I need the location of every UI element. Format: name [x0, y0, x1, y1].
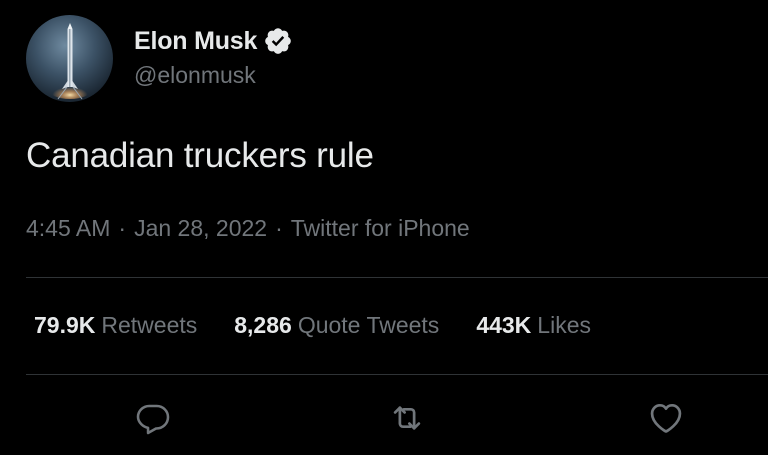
quote-tweets-stat[interactable]: 8,286 Quote Tweets — [234, 312, 439, 339]
tweet-text: Canadian truckers rule — [26, 136, 374, 175]
retweet-button[interactable] — [387, 398, 427, 438]
likes-label: Likes — [537, 312, 591, 338]
retweets-stat[interactable]: 79.9K Retweets — [34, 312, 197, 339]
tweet-actions — [0, 398, 768, 442]
meta-separator: · — [118, 215, 127, 241]
tweet-source[interactable]: Twitter for iPhone — [291, 215, 470, 242]
tweet-meta: 4:45 AM · Jan 28, 2022 · Twitter for iPh… — [26, 215, 470, 242]
rocket-launch-avatar-icon — [48, 23, 92, 100]
author-display-name[interactable]: Elon Musk — [134, 27, 257, 56]
avatar[interactable] — [26, 15, 113, 102]
like-icon — [650, 403, 682, 433]
likes-stat[interactable]: 443K Likes — [476, 312, 591, 339]
author-handle[interactable]: @elonmusk — [134, 62, 293, 92]
divider — [26, 374, 768, 375]
retweets-label: Retweets — [101, 312, 198, 338]
retweet-icon — [393, 406, 421, 430]
reply-button[interactable] — [133, 398, 173, 438]
quote-tweets-label: Quote Tweets — [297, 312, 440, 338]
likes-count: 443K — [476, 312, 532, 338]
meta-separator: · — [275, 215, 283, 241]
divider — [26, 277, 768, 278]
author-info: Elon Musk @elonmusk — [134, 24, 293, 92]
tweet-time[interactable]: 4:45 AM — [26, 215, 110, 242]
author-name-row: Elon Musk — [134, 24, 293, 58]
reply-icon — [136, 404, 170, 435]
quote-tweets-count: 8,286 — [234, 312, 292, 338]
tweet-date[interactable]: Jan 28, 2022 — [134, 215, 267, 242]
verified-badge-icon — [263, 26, 293, 56]
like-button[interactable] — [646, 398, 686, 438]
tweet-stats: 79.9K Retweets 8,286 Quote Tweets 443K Like… — [34, 312, 628, 339]
retweets-count: 79.9K — [34, 312, 96, 338]
